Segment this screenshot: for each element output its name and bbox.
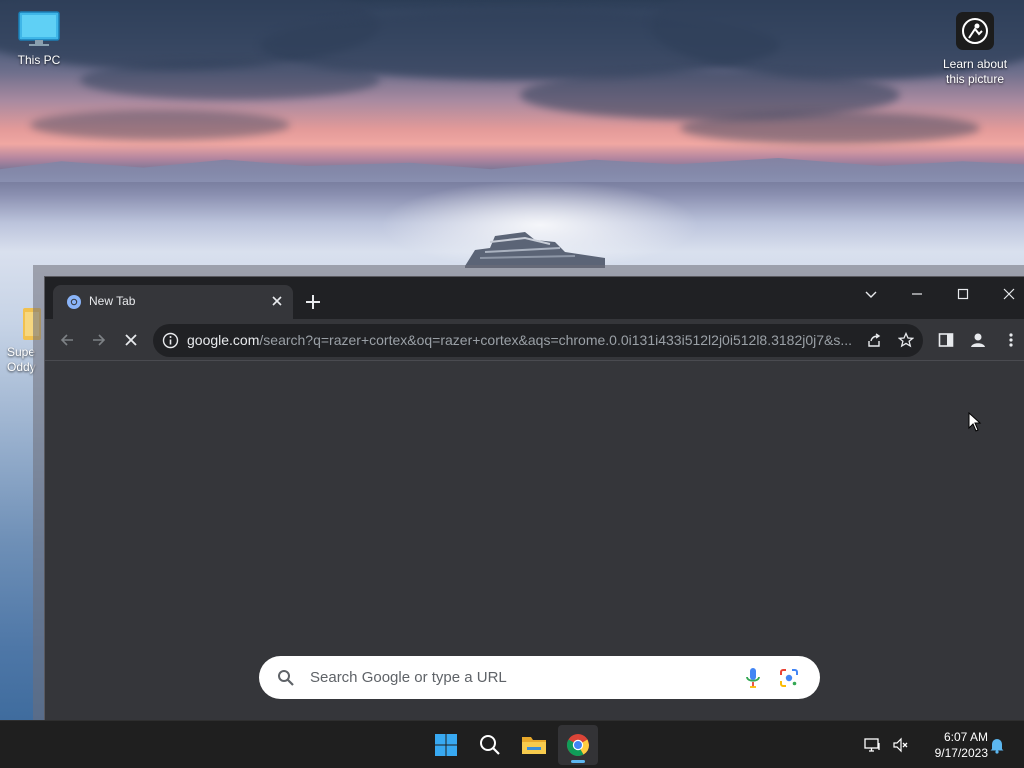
address-bar[interactable]: google.com/search?q=razer+cortex&oq=raze… <box>153 324 923 357</box>
volume-button[interactable] <box>886 725 916 765</box>
taskbar-search-button[interactable] <box>470 725 510 765</box>
profile-icon <box>971 333 985 347</box>
bell-icon <box>990 739 1004 754</box>
rock-formation <box>465 232 605 268</box>
tab-strip: New Tab <box>45 277 1024 319</box>
monitor-icon <box>18 11 60 46</box>
share-icon <box>868 333 881 347</box>
desktop-icon-label: This PC <box>17 53 61 67</box>
file-explorer-button[interactable] <box>514 725 554 765</box>
close-icon <box>1003 288 1015 300</box>
url-path: /search?q=razer+cortex&oq=razer+cortex&a… <box>259 332 853 348</box>
back-button[interactable] <box>56 329 78 351</box>
forward-button[interactable] <box>88 329 110 351</box>
arrow-left-icon <box>60 334 73 346</box>
star-icon <box>898 332 914 348</box>
tab-close-icon[interactable] <box>269 293 285 309</box>
minimize-icon <box>912 293 922 295</box>
google-lens-icon[interactable] <box>779 668 799 688</box>
side-panel-icon <box>938 333 954 347</box>
start-button[interactable] <box>426 725 466 765</box>
url-text[interactable]: google.com/search?q=razer+cortex&oq=raze… <box>187 332 859 348</box>
desktop-icon-this-pc[interactable]: This PC <box>8 10 70 68</box>
clock-time: 6:07 AM <box>943 730 988 744</box>
spotlight-icon <box>956 12 994 50</box>
mouse-cursor-icon <box>968 412 982 432</box>
tab-new-tab[interactable]: New Tab <box>53 285 293 319</box>
chrome-logo-icon <box>567 734 589 756</box>
bookmark-button[interactable] <box>895 329 917 351</box>
close-button[interactable] <box>989 281 1024 307</box>
clock[interactable]: 6:07 AM 9/17/2023 <box>920 729 988 761</box>
chrome-taskbar-button[interactable] <box>558 725 598 765</box>
maximize-icon <box>957 288 969 300</box>
minimize-button[interactable] <box>897 281 937 307</box>
arrow-right-icon <box>93 334 106 346</box>
kebab-menu-icon <box>1009 333 1013 347</box>
share-button[interactable] <box>863 329 885 351</box>
taskbar: 6:07 AM 9/17/2023 <box>0 720 1024 768</box>
menu-button[interactable] <box>1000 329 1022 351</box>
search-icon <box>278 670 294 686</box>
desktop-icon-label: Learn about this picture <box>942 57 1008 86</box>
windows-logo-icon <box>435 734 457 756</box>
url-host: google.com <box>187 332 260 348</box>
active-app-indicator <box>571 760 585 763</box>
microphone-icon[interactable] <box>744 667 762 689</box>
stop-loading-button[interactable] <box>120 329 142 351</box>
network-status-button[interactable] <box>858 725 888 765</box>
chrome-favicon-icon <box>67 295 81 309</box>
search-box[interactable]: Search Google or type a URL <box>259 656 820 699</box>
notifications-button[interactable] <box>986 725 1008 765</box>
maximize-button[interactable] <box>943 281 983 307</box>
stop-x-icon <box>125 334 137 346</box>
tab-search-button[interactable] <box>851 281 891 307</box>
site-info-icon[interactable] <box>162 332 179 349</box>
mountains <box>0 158 1024 182</box>
search-placeholder: Search Google or type a URL <box>310 669 507 686</box>
toolbar: google.com/search?q=razer+cortex&oq=raze… <box>45 319 1024 361</box>
page-content: Search Google or type a URL <box>45 361 1024 721</box>
network-icon <box>864 738 880 752</box>
chevron-down-icon <box>865 291 877 298</box>
search-icon <box>480 735 500 755</box>
new-tab-plus-icon[interactable] <box>303 292 323 312</box>
desktop-icon-learn-about-picture[interactable]: Learn about this picture <box>938 10 1012 87</box>
folder-icon <box>522 737 546 754</box>
clock-date: 9/17/2023 <box>934 746 988 760</box>
profile-button[interactable] <box>967 329 989 351</box>
tab-title: New Tab <box>89 294 136 308</box>
volume-muted-icon <box>893 737 908 753</box>
chrome-window: New Tab google.com/search?q=razer+cortex… <box>44 276 1024 721</box>
side-panel-button[interactable] <box>935 329 957 351</box>
